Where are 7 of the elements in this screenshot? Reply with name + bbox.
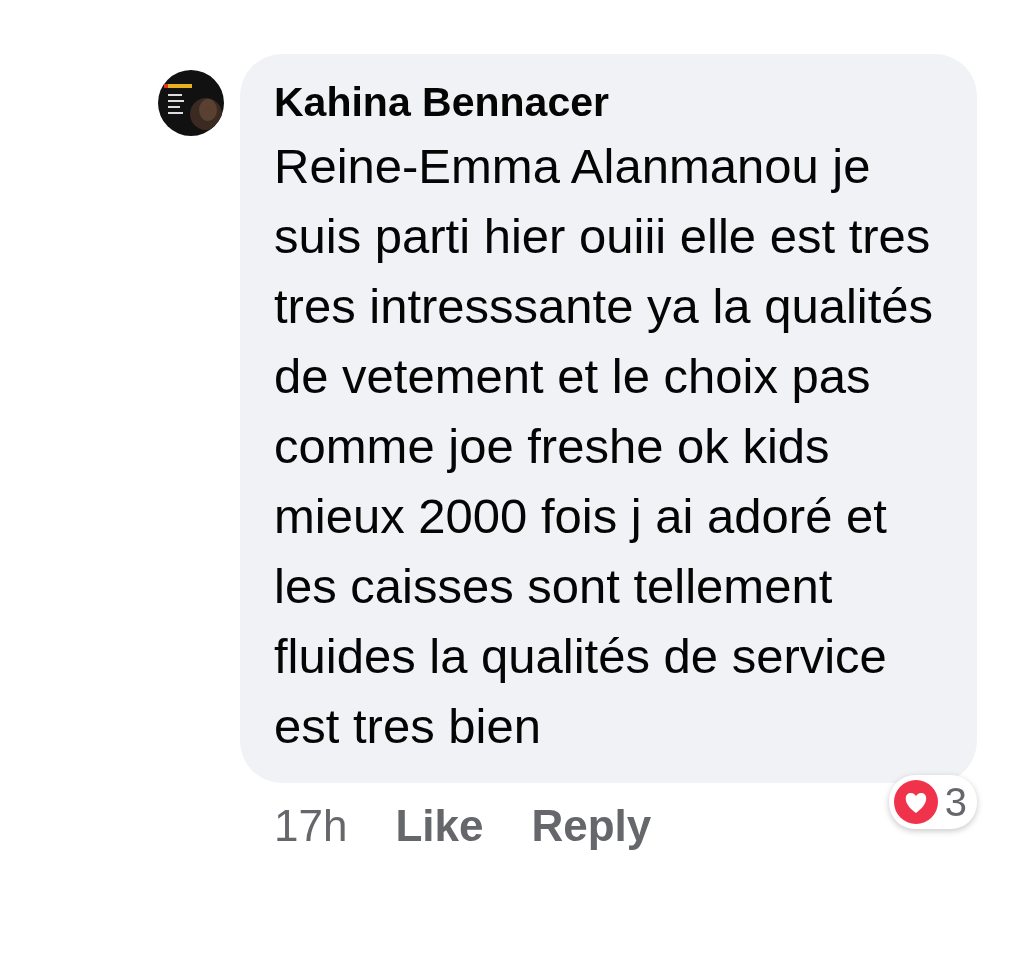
reply-button[interactable]: Reply [531,800,652,853]
timestamp: 17h [274,800,348,853]
author-name[interactable]: Kahina Bennacer [274,78,609,128]
like-button[interactable]: Like [395,800,484,853]
reaction-count: 3 [944,782,967,823]
reaction-badge[interactable]: 3 [888,775,977,830]
comment-text: Reine-Emma Alanmanou je suis parti hier ouiii elle est tres tres intresssante ya la qualités de vetement et le choix pas comme joe freshe ok kids mieux 2000 fois j ai adoré et les caisses sont tellement fluides la qualités de service est tres bien [274,138,935,756]
